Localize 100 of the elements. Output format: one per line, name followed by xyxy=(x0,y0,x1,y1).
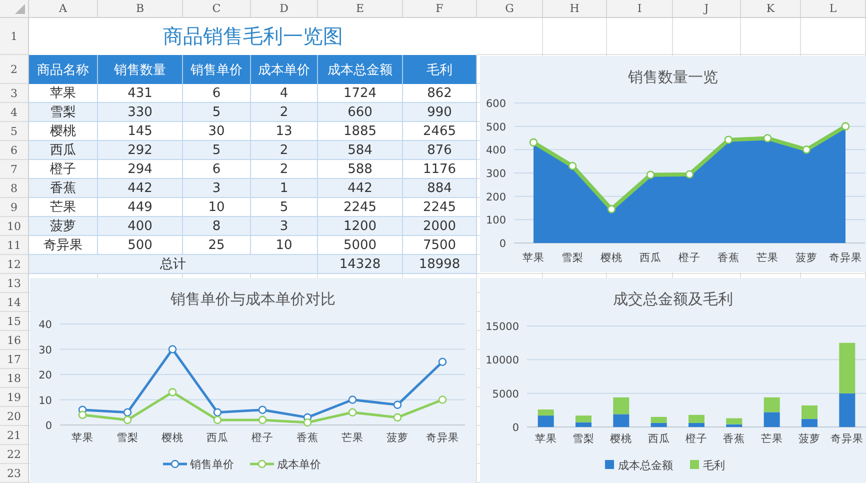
data-point xyxy=(348,396,357,404)
column-header[interactable]: L xyxy=(801,0,866,17)
empty-cell[interactable] xyxy=(801,18,866,55)
table-cell: 西瓜 xyxy=(29,141,98,160)
row-header[interactable]: 8 xyxy=(0,179,28,198)
table-cell: 5000 xyxy=(318,236,403,255)
row-header[interactable]: 13 xyxy=(0,274,28,293)
chart-title: 销售数量一览 xyxy=(628,68,718,86)
column-header[interactable]: F xyxy=(403,0,477,17)
row-header[interactable]: 3 xyxy=(0,84,28,103)
axis-label: 40 xyxy=(38,319,52,331)
column-header[interactable]: G xyxy=(477,0,543,17)
table-cell: 442 xyxy=(318,179,403,198)
axis-label: 15000 xyxy=(486,321,519,333)
axis-label: 100 xyxy=(486,214,506,227)
column-header[interactable]: D xyxy=(251,0,318,17)
row-header[interactable]: 2 xyxy=(0,55,28,84)
chart-title: 成交总金额及毛利 xyxy=(613,290,733,308)
select-all-icon[interactable] xyxy=(15,4,25,14)
column-header[interactable]: A xyxy=(29,0,98,17)
table-cell: 5 xyxy=(183,141,251,160)
data-point xyxy=(303,418,312,427)
table-cell: 2245 xyxy=(403,198,477,217)
data-point xyxy=(123,408,132,417)
empty-cell[interactable] xyxy=(543,18,607,55)
table-cell: 1200 xyxy=(318,217,403,236)
category-label: 香蕉 xyxy=(718,252,740,264)
column-heading: 毛利 xyxy=(403,55,477,84)
table-cell: 884 xyxy=(403,179,477,198)
category-label: 樱桃 xyxy=(162,432,184,444)
table-cell: 7500 xyxy=(403,236,477,255)
row-header[interactable]: 16 xyxy=(0,331,28,350)
row-header[interactable]: 4 xyxy=(0,103,28,122)
column-header[interactable]: C xyxy=(183,0,251,17)
data-point xyxy=(393,413,402,422)
empty-cell[interactable] xyxy=(607,18,673,55)
row-header[interactable]: 7 xyxy=(0,160,28,179)
row-header[interactable]: 10 xyxy=(0,217,28,236)
row-header[interactable]: 5 xyxy=(0,122,28,141)
row-header[interactable]: 23 xyxy=(0,464,28,483)
table-cell: 苹果 xyxy=(29,84,98,103)
row-header[interactable]: 6 xyxy=(0,141,28,160)
row-header[interactable]: 9 xyxy=(0,198,28,217)
axis-label: 200 xyxy=(486,191,506,204)
row-header[interactable]: 1 xyxy=(0,18,28,55)
data-point xyxy=(529,138,538,147)
row-header[interactable]: 18 xyxy=(0,369,28,388)
row-header[interactable]: 19 xyxy=(0,388,28,407)
table-cell: 4 xyxy=(251,84,318,103)
category-label: 奇异果 xyxy=(426,432,459,444)
data-point xyxy=(724,136,733,144)
column-header[interactable]: E xyxy=(318,0,403,17)
category-label: 芒果 xyxy=(342,432,364,444)
axis-label: 30 xyxy=(38,344,52,356)
empty-cell[interactable] xyxy=(673,18,741,55)
data-point xyxy=(168,388,177,396)
empty-cell[interactable] xyxy=(741,18,801,55)
row-header[interactable]: 15 xyxy=(0,312,28,331)
data-point xyxy=(258,416,267,424)
table-cell: 145 xyxy=(98,122,183,141)
table-cell: 10 xyxy=(183,198,251,217)
row-header[interactable]: 11 xyxy=(0,236,28,255)
column-header[interactable]: K xyxy=(741,0,801,17)
row-header[interactable]: 12 xyxy=(0,255,28,274)
column-header[interactable]: B xyxy=(98,0,183,17)
row-header[interactable]: 21 xyxy=(0,426,28,445)
column-header[interactable]: H xyxy=(543,0,607,17)
column-header[interactable]: J xyxy=(673,0,741,17)
row-header[interactable]: 22 xyxy=(0,445,28,464)
total-label: 总计 xyxy=(29,255,318,274)
table-cell: 芒果 xyxy=(29,198,98,217)
legend-label: 成本总金额 xyxy=(618,459,673,472)
data-point xyxy=(348,408,357,417)
table-cell: 1176 xyxy=(403,160,477,179)
row-header[interactable]: 17 xyxy=(0,350,28,369)
row-header[interactable]: 20 xyxy=(0,407,28,426)
axis-label: 500 xyxy=(486,121,506,134)
category-label: 西瓜 xyxy=(648,433,670,445)
table-cell: 2245 xyxy=(318,198,403,217)
table-cell: 2 xyxy=(251,160,318,179)
column-header[interactable]: I xyxy=(607,0,673,17)
table-cell: 橙子 xyxy=(29,160,98,179)
total-cell: 18998 xyxy=(403,255,477,274)
axis-label: 400 xyxy=(486,144,506,157)
data-point xyxy=(802,146,811,154)
total-cell: 14328 xyxy=(318,255,403,274)
category-label: 菠萝 xyxy=(798,433,820,445)
category-label: 橙子 xyxy=(252,432,274,444)
table-cell: 500 xyxy=(98,236,183,255)
axis-label: 10 xyxy=(38,394,52,407)
data-point xyxy=(763,134,772,142)
table-cell: 6 xyxy=(183,84,251,103)
table-cell: 樱桃 xyxy=(29,122,98,141)
category-label: 奇异果 xyxy=(830,433,864,445)
table-cell: 3 xyxy=(251,217,318,236)
table-cell: 5 xyxy=(183,103,251,122)
row-header[interactable]: 14 xyxy=(0,293,28,312)
category-label: 雪梨 xyxy=(562,252,584,264)
axis-label: 0 xyxy=(45,420,52,432)
category-label: 橙子 xyxy=(678,252,700,264)
